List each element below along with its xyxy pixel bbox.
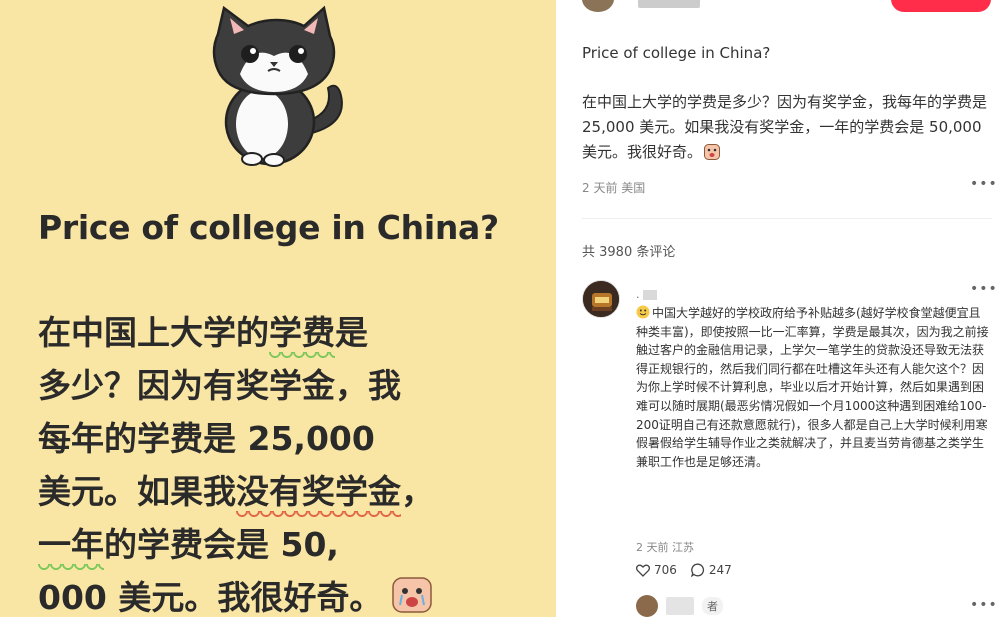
author-avatar[interactable] (582, 0, 614, 12)
crying-emoji-icon (704, 144, 721, 160)
comment-count: 共 3980 条评论 (582, 245, 676, 260)
reply-more-icon[interactable]: ••• (970, 597, 998, 613)
post-image-card[interactable]: Price of college in China? 在中国上大学的学费是 多少… (0, 0, 556, 617)
smile-emoji-icon (636, 305, 650, 319)
comment-actions: 706 247 (636, 563, 732, 577)
reply-name-redacted (666, 597, 694, 615)
card-line: 美元。如果我没有奖学金， (38, 472, 434, 511)
post-body: 在中国上大学的学费是多少？因为有奖学金，我每年的学费是 25,000 美元。如果… (582, 93, 988, 161)
reply-button[interactable]: 247 (690, 563, 732, 577)
author-tag: 者 (702, 597, 723, 615)
reply-count: 247 (708, 563, 732, 577)
card-line: 在中国上大学的学费是 (38, 313, 368, 352)
post-detail-panel: Price of college in China? 在中国上大学的学费是多少？… (556, 0, 1008, 617)
comment-bubble-icon (690, 563, 704, 577)
like-count: 706 (654, 563, 677, 577)
comment-more-icon[interactable]: ••• (970, 281, 998, 297)
cat-illustration-icon (212, 5, 343, 167)
heart-icon (636, 564, 650, 577)
card-line: 一年的学费会是 50, (38, 525, 339, 564)
reply-avatar (636, 595, 658, 617)
card-line: 每年的学费是 25,000 (38, 419, 375, 458)
comment-text: 中国大学越好的学校政府给予补贴越多(越好学校食堂越便宜且种类丰富)，即使按照一比… (636, 305, 989, 469)
card-body-text: 在中国上大学的学费是 多少？因为有奖学金，我 每年的学费是 25,000 美元。… (38, 306, 538, 617)
comment-date-location: 2 天前 江苏 (636, 541, 694, 554)
author-name-redacted[interactable] (638, 0, 700, 8)
like-button[interactable]: 706 (636, 563, 677, 577)
reply-preview[interactable]: 者 (636, 595, 723, 617)
post-title: Price of college in China? (582, 44, 771, 62)
card-line: 000 美元。我很好奇。 (38, 571, 538, 617)
crying-emoji-icon (392, 577, 433, 613)
card-line: 多少？因为有奖学金，我 (38, 366, 401, 405)
commenter-avatar[interactable] (582, 280, 620, 318)
divider (582, 218, 992, 219)
commenter-name[interactable]: . (636, 284, 662, 301)
card-title: Price of college in China? (38, 208, 499, 247)
post-date-location: 2 天前 美国 (582, 181, 646, 195)
more-options-icon[interactable]: ••• (970, 176, 998, 192)
follow-button[interactable] (891, 0, 991, 12)
